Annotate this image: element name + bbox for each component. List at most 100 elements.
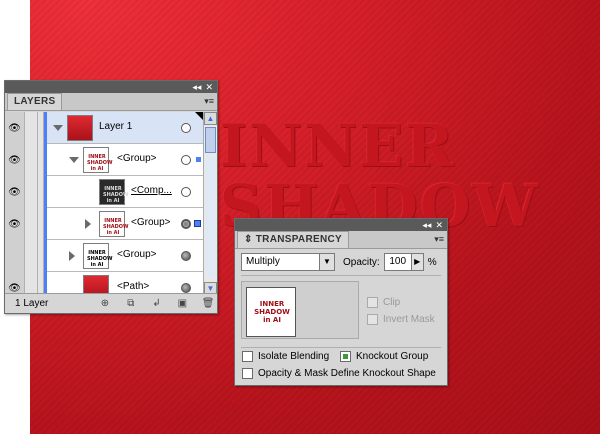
tab-layers[interactable]: LAYERS bbox=[7, 93, 63, 110]
disclosure-collapsed-icon[interactable] bbox=[85, 219, 91, 229]
blend-mode-value: Multiply bbox=[246, 256, 280, 267]
visibility-eye-icon[interactable]: 👁 bbox=[5, 272, 25, 295]
layer-row-layer-1[interactable]: 👁 Layer 1 bbox=[5, 112, 203, 144]
new-sublayer-icon[interactable]: ↲ bbox=[148, 297, 166, 311]
divider bbox=[241, 347, 441, 348]
target-filled-icon[interactable] bbox=[181, 283, 191, 293]
chevron-down-icon[interactable]: ▼ bbox=[319, 254, 334, 270]
thumbnail-text: INNER SHADOW in AI bbox=[254, 300, 290, 324]
isolate-blending-label: Isolate Blending bbox=[258, 351, 330, 362]
layer-name[interactable]: <Group> bbox=[131, 217, 170, 228]
layer-name[interactable]: <Path> bbox=[117, 281, 149, 292]
blend-mode-select[interactable]: Multiply ▼ bbox=[241, 253, 335, 271]
invert-mask-checkbox[interactable] bbox=[367, 314, 378, 325]
opacity-label: Opacity: bbox=[343, 256, 380, 268]
target-filled-icon[interactable] bbox=[181, 251, 191, 261]
invert-mask-label: Invert Mask bbox=[383, 314, 435, 325]
visibility-toggle[interactable] bbox=[5, 240, 25, 272]
opacity-input[interactable]: 100 bbox=[383, 253, 412, 271]
visibility-eye-icon[interactable]: 👁 bbox=[5, 112, 25, 144]
selection-indicator-icon[interactable] bbox=[194, 220, 201, 227]
layer-row-group[interactable]: 👁 INNER SHADOW in AI <Group> bbox=[5, 144, 203, 176]
layers-list: 👁 Layer 1 👁 INNER SHADOW in AI <Group> 👁… bbox=[5, 112, 217, 295]
layer-name[interactable]: <Comp... bbox=[131, 185, 172, 196]
target-circle-icon[interactable] bbox=[181, 187, 191, 197]
opacity-mask-knockout-checkbox[interactable] bbox=[242, 368, 253, 379]
layers-tabbar: LAYERS ▾≡ bbox=[5, 93, 217, 111]
target-appearance-icon[interactable] bbox=[181, 219, 191, 229]
layer-color-swatch bbox=[44, 112, 47, 144]
layers-panel-titlebar[interactable]: ◂◂ ✕ bbox=[5, 81, 217, 93]
layers-scrollbar[interactable]: ▲ ▼ bbox=[203, 112, 217, 295]
disclosure-expanded-icon[interactable] bbox=[69, 157, 79, 163]
mask-thumbnail-area: INNER SHADOW in AI bbox=[241, 281, 359, 339]
blend-opacity-row: Multiply ▼ Opacity: 100 ▶ % bbox=[241, 253, 437, 271]
layer-name[interactable]: <Group> bbox=[117, 153, 156, 164]
collapse-icon[interactable]: ◂◂ bbox=[192, 81, 201, 93]
panel-menu-icon[interactable]: ▾≡ bbox=[434, 234, 444, 245]
group-thumbnail: INNER SHADOW in AI bbox=[83, 147, 113, 173]
thumbnail-text: INNER SHADOW in AI bbox=[87, 154, 113, 172]
layer-name[interactable]: <Group> bbox=[117, 249, 156, 260]
visibility-eye-icon[interactable]: 👁 bbox=[5, 144, 25, 176]
scroll-thumb[interactable] bbox=[205, 127, 216, 153]
layer-row-compound-path[interactable]: 👁 INNER SHADOW in AI <Comp... bbox=[5, 176, 203, 208]
transparency-tabbar: ⇕ TRANSPARENCY ▾≡ bbox=[235, 231, 447, 249]
collapse-icon[interactable]: ◂◂ bbox=[422, 219, 431, 231]
lock-toggle[interactable] bbox=[25, 144, 38, 176]
locate-object-icon[interactable]: ⊕ bbox=[96, 297, 114, 311]
opacity-unit: % bbox=[427, 256, 437, 268]
scroll-up-icon[interactable]: ▲ bbox=[204, 112, 217, 125]
visibility-eye-icon[interactable]: 👁 bbox=[5, 176, 25, 208]
layer-color-swatch bbox=[44, 208, 47, 240]
new-layer-icon[interactable]: ▣ bbox=[173, 297, 191, 311]
lock-toggle[interactable] bbox=[25, 112, 38, 144]
artwork-text-inner: INNER bbox=[220, 112, 456, 180]
lock-toggle[interactable] bbox=[25, 176, 38, 208]
close-icon[interactable]: ✕ bbox=[435, 219, 443, 231]
transparency-panel: ◂◂ ✕ ⇕ TRANSPARENCY ▾≡ Multiply ▼ Opacit… bbox=[234, 218, 448, 386]
group-thumbnail: INNER SHADOW in AI bbox=[83, 243, 113, 269]
tab-transparency[interactable]: ⇕ TRANSPARENCY bbox=[237, 231, 349, 248]
thumbnail-text: INNER SHADOW in AI bbox=[103, 218, 129, 236]
opacity-mask-knockout-row: Opacity & Mask Define Knockout Shape bbox=[242, 368, 436, 379]
layer-row-path[interactable]: 👁 <Path> bbox=[5, 272, 203, 295]
thumbnail-text: INNER SHADOW in AI bbox=[87, 250, 113, 268]
compound-path-thumbnail: INNER SHADOW in AI bbox=[99, 179, 129, 205]
lock-toggle[interactable] bbox=[25, 208, 38, 240]
layer-name[interactable]: Layer 1 bbox=[99, 121, 132, 132]
clip-label: Clip bbox=[383, 297, 401, 308]
layer-row-group[interactable]: 👁 INNER SHADOW in AI <Group> bbox=[5, 208, 203, 240]
clip-checkbox[interactable] bbox=[367, 297, 378, 308]
layer-color-swatch bbox=[44, 272, 47, 295]
knockout-group-checkbox[interactable] bbox=[340, 351, 351, 362]
target-circle-icon[interactable] bbox=[181, 123, 191, 133]
group-thumbnail: INNER SHADOW in AI bbox=[99, 211, 129, 237]
selection-indicator-icon[interactable] bbox=[196, 157, 201, 162]
disclosure-expanded-icon[interactable] bbox=[53, 125, 63, 131]
lock-toggle[interactable] bbox=[25, 240, 38, 272]
layer-color-swatch bbox=[44, 240, 47, 272]
opacity-mask-knockout-label: Opacity & Mask Define Knockout Shape bbox=[258, 368, 436, 379]
layer-row-group[interactable]: INNER SHADOW in AI <Group> bbox=[5, 240, 203, 272]
target-circle-icon[interactable] bbox=[181, 155, 191, 165]
tab-transparency-label: TRANSPARENCY bbox=[255, 234, 342, 245]
layer-color-swatch bbox=[44, 144, 47, 176]
make-clipping-mask-icon[interactable]: ⧉ bbox=[122, 297, 140, 311]
isolate-blending-checkbox[interactable] bbox=[242, 351, 253, 362]
scroll-track[interactable] bbox=[206, 157, 215, 277]
object-thumbnail[interactable]: INNER SHADOW in AI bbox=[246, 287, 296, 337]
tab-options-icon[interactable]: ⇕ bbox=[244, 234, 256, 245]
close-icon[interactable]: ✕ bbox=[205, 81, 213, 93]
trash-icon[interactable]: 🗑 bbox=[199, 297, 217, 311]
knockout-group-label: Knockout Group bbox=[356, 351, 429, 362]
disclosure-collapsed-icon[interactable] bbox=[69, 251, 75, 261]
path-thumbnail bbox=[83, 275, 109, 295]
lock-toggle[interactable] bbox=[25, 272, 38, 295]
transparency-panel-titlebar[interactable]: ◂◂ ✕ bbox=[235, 219, 447, 231]
opacity-slider-toggle-icon[interactable]: ▶ bbox=[411, 253, 424, 271]
divider bbox=[241, 275, 441, 276]
visibility-eye-icon[interactable]: 👁 bbox=[5, 208, 25, 240]
panel-menu-icon[interactable]: ▾≡ bbox=[204, 96, 214, 107]
layers-panel: ◂◂ ✕ LAYERS ▾≡ 👁 Layer 1 👁 INNER SHADOW … bbox=[4, 80, 218, 314]
